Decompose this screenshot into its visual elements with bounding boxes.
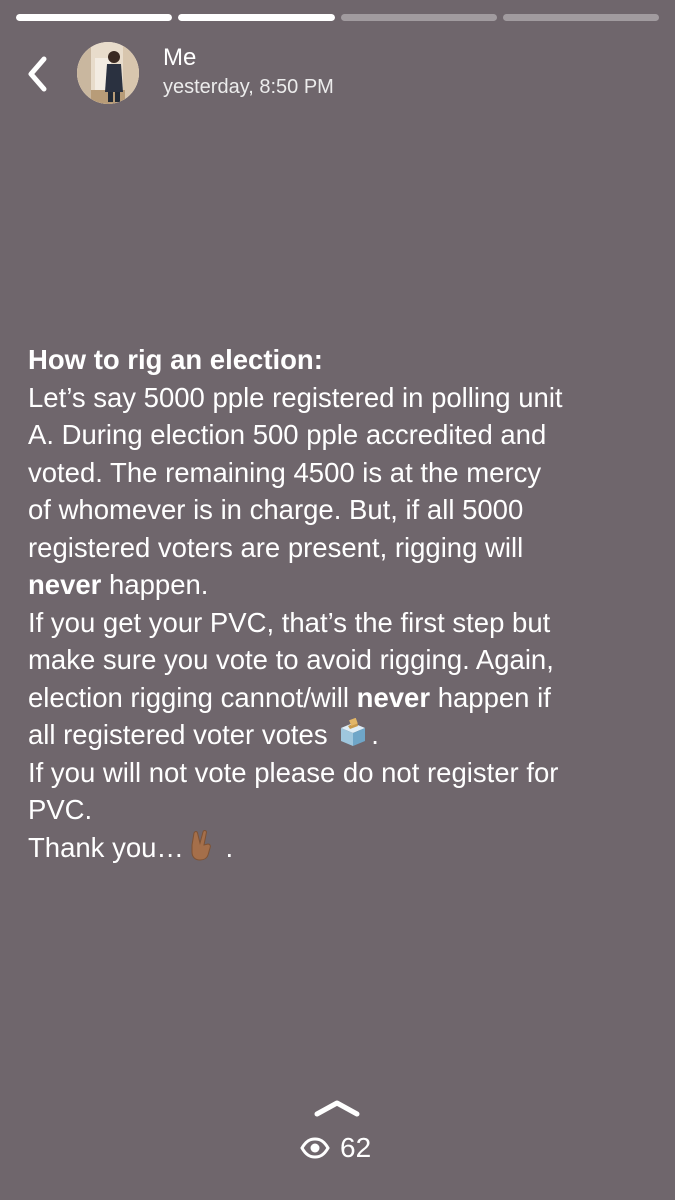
chevron-up-icon	[314, 1100, 360, 1117]
status-text-fragment: election rigging cannot/will	[28, 681, 357, 713]
status-line: Let’s say 5000 pple registered in pollin…	[28, 381, 563, 413]
status-text-fragment: happen.	[101, 569, 209, 600]
view-count: 62	[340, 1132, 372, 1163]
avatar[interactable]	[77, 42, 139, 104]
eye-icon	[300, 1137, 330, 1159]
status-text-fragment: .	[217, 831, 234, 863]
progress-segment	[502, 14, 659, 21]
post-timestamp: yesterday, 8:50 PM	[163, 76, 334, 98]
back-button[interactable]	[20, 50, 60, 98]
status-text-fragment: all registered voter votes	[28, 719, 336, 750]
status-text: How to rig an election: Let’s say 5000 p…	[28, 341, 658, 866]
progress-segment	[178, 14, 335, 21]
status-line: never happen.	[28, 566, 658, 604]
progress-segment	[340, 14, 497, 21]
status-line: How to rig an election:	[28, 341, 658, 379]
status-line: PVC.	[28, 794, 93, 825]
status-line: election rigging cannot/will never happe…	[28, 679, 658, 717]
victory-hand-icon	[186, 829, 216, 871]
emphasis-text: never	[356, 681, 431, 713]
emphasis-text: never	[28, 569, 102, 600]
status-line: Thank you… .	[28, 829, 658, 867]
status-text-fragment: .	[371, 719, 379, 750]
chevron-left-icon	[28, 56, 47, 92]
status-text-fragment: Thank you…	[28, 831, 184, 863]
ballot-box-icon	[337, 717, 369, 758]
view-counter[interactable]: 62	[300, 1130, 371, 1166]
story-progress-bar	[16, 14, 659, 21]
progress-segment	[16, 14, 173, 21]
status-line: A. During election 500 pple accredited a…	[28, 419, 547, 450]
status-line: registered voters are present, rigging w…	[28, 531, 524, 563]
progress-fill	[16, 14, 173, 21]
status-text-fragment: happen if	[430, 681, 551, 713]
status-heading: How to rig an election:	[28, 344, 323, 375]
status-line: make sure you vote to avoid rigging. Aga…	[28, 644, 554, 675]
status-line: voted. The remaining 4500 is at the merc…	[28, 456, 542, 488]
status-line: all registered voter votes .	[28, 716, 658, 754]
status-line: If you get your PVC, that’s the first st…	[28, 606, 551, 638]
poster-name: Me	[163, 44, 197, 71]
progress-fill	[178, 14, 335, 21]
status-line: of whomever is in charge. But, if all 50…	[28, 494, 524, 525]
status-line: If you will not vote please do not regis…	[28, 756, 559, 788]
swipe-up-button[interactable]	[312, 1098, 362, 1118]
profile-photo	[77, 42, 139, 104]
